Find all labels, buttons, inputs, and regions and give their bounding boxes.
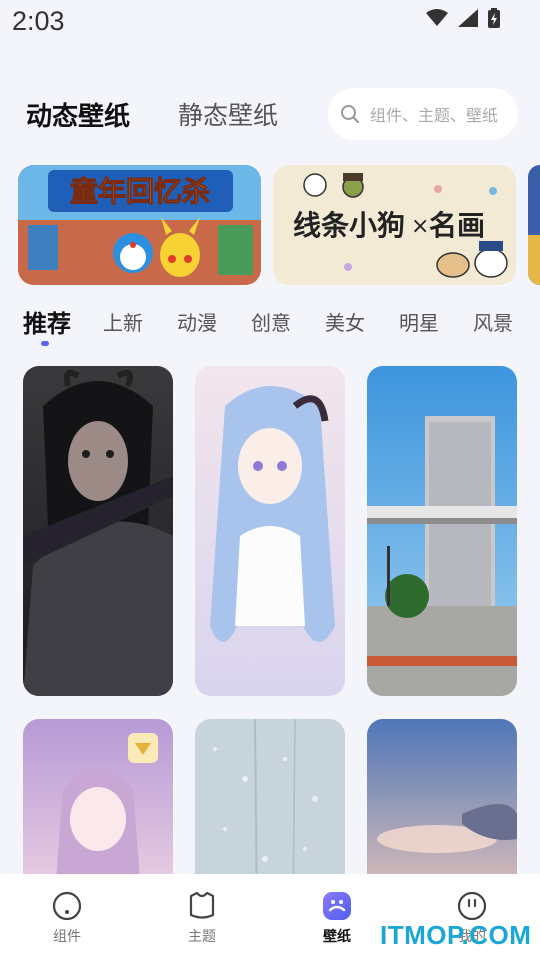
status-icons (426, 8, 500, 28)
banner-puppy-title-part2: 名画 (429, 209, 485, 242)
battery-icon (488, 8, 500, 28)
wallpaper-tile-city-sky[interactable] (367, 366, 517, 696)
search-placeholder: 组件、主题、壁纸 (370, 106, 499, 125)
category-anime[interactable]: 动漫 (177, 307, 217, 336)
category-celebrity[interactable]: 明星 (399, 307, 439, 336)
category-scenery[interactable]: 风景 (473, 307, 513, 336)
nav-wallpapers[interactable]: 壁纸 (297, 890, 377, 946)
wifi-icon (426, 9, 448, 26)
nav-wallpapers-label: 壁纸 (323, 929, 351, 945)
search-input[interactable]: 组件、主题、壁纸 (328, 88, 518, 140)
tab-dynamic-wallpaper[interactable]: 动态壁纸 (26, 96, 130, 133)
wallpaper-tile-dark-girl[interactable] (23, 366, 173, 696)
banner-puppy-title-part1: 线条小狗 (293, 209, 405, 242)
category-recommended[interactable]: 推荐 (23, 304, 71, 339)
nav-themes-label: 主题 (188, 929, 216, 945)
wallpaper-tile-anime-blue[interactable] (195, 366, 345, 696)
status-bar: 2:03 (0, 0, 540, 46)
nav-widgets[interactable]: 组件 (27, 890, 107, 946)
nav-themes[interactable]: 主题 (162, 890, 242, 946)
widget-icon (52, 891, 82, 921)
search-icon (341, 105, 359, 123)
wallpaper-icon (323, 892, 351, 920)
category-new[interactable]: 上新 (103, 307, 143, 336)
profile-icon (457, 891, 487, 921)
banner-peek[interactable] (528, 165, 540, 285)
shirt-icon (189, 891, 215, 919)
banner-childhood-title: 童年回忆杀 (70, 175, 210, 208)
watermark: ITMOP.COM (380, 920, 532, 950)
status-time: 2:03 (12, 6, 65, 36)
nav-widgets-label: 组件 (53, 929, 81, 945)
banner-puppy-title-sep: × (411, 214, 429, 239)
category-creative[interactable]: 创意 (251, 307, 291, 336)
category-indicator (41, 341, 49, 346)
tab-static-wallpaper[interactable]: 静态壁纸 (178, 96, 278, 132)
category-beauty[interactable]: 美女 (325, 307, 365, 336)
banner-childhood[interactable]: 童年回忆杀 (18, 165, 261, 285)
banner-line-puppy[interactable]: 线条小狗 × 名画 (273, 165, 516, 285)
signal-icon (458, 9, 478, 27)
